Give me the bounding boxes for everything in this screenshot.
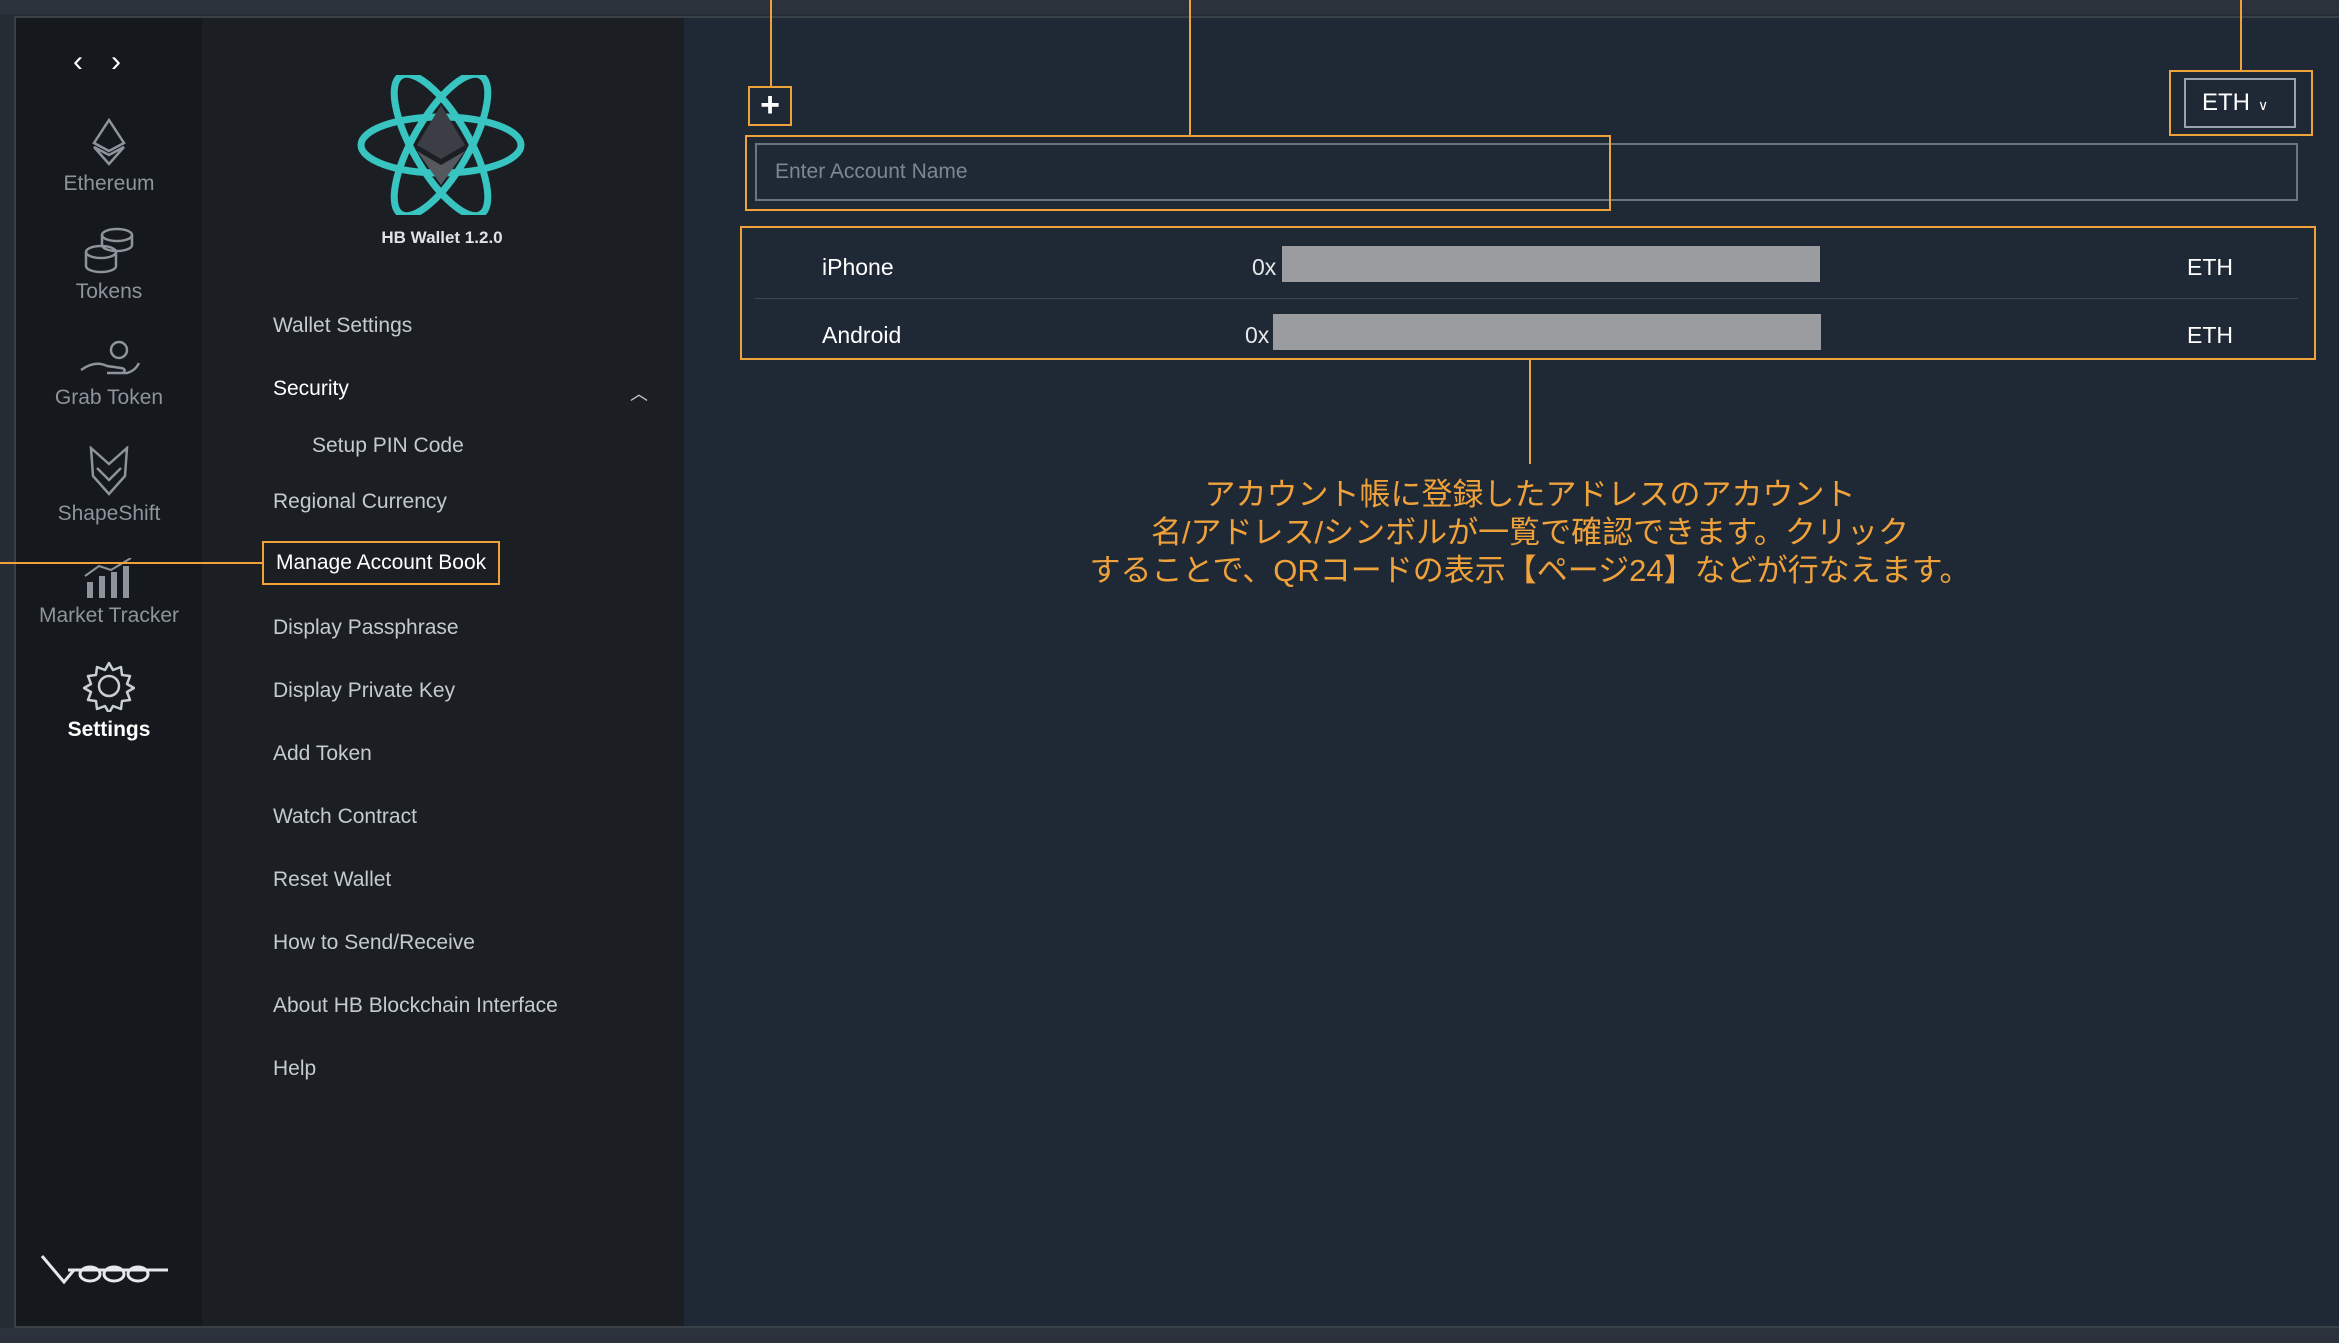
rail-label: Ethereum	[63, 172, 155, 195]
annotation-line: アカウント帳に登録したアドレスのアカウント	[1204, 477, 1856, 512]
fox-icon	[89, 446, 129, 496]
rail-label: Market Tracker	[38, 604, 180, 627]
menu-manage-account-book[interactable]: Manage Account Book	[262, 541, 501, 585]
bottom-background-strip	[0, 1328, 2339, 1343]
menu-display-private-key[interactable]: Display Private Key	[273, 679, 455, 703]
menu-help[interactable]: Help	[273, 1057, 316, 1081]
annotation-line: 名/アドレス/シンボルが一覧で確認できます。クリック	[1150, 515, 1910, 550]
rail-label: ShapeShift	[57, 502, 161, 525]
chart-icon	[84, 558, 132, 598]
back-arrow-icon[interactable]: ‹	[60, 42, 96, 82]
account-name: iPhone	[822, 254, 894, 280]
hb-wallet-logo-icon	[357, 75, 525, 215]
menu-setup-pin[interactable]: Setup PIN Code	[312, 434, 464, 458]
hb-brand-logo	[40, 1255, 168, 1285]
annotation-line: することで、QRコードの表示【ページ24】などが行なえます。	[1089, 553, 1971, 588]
app-version-label: HB Wallet 1.2.0	[381, 228, 503, 247]
redacted-address	[1273, 314, 1821, 350]
main-content	[684, 18, 2339, 1326]
annotation-text: アカウント帳に登録したアドレスのアカウント 名/アドレス/シンボルが一覧で確認で…	[990, 476, 2070, 590]
account-row[interactable]: Android 0x ETH	[755, 302, 2298, 368]
account-address-prefix: 0x	[1252, 254, 1277, 280]
rail-item-settings[interactable]: Settings	[16, 660, 202, 742]
callout-frame-input	[745, 135, 1611, 211]
account-symbol: ETH	[2187, 322, 2233, 348]
leader-line-add	[770, 0, 772, 86]
hand-icon	[80, 340, 141, 375]
rail-item-tokens[interactable]: Tokens	[16, 226, 202, 304]
leader-line-input	[1189, 0, 1191, 135]
account-symbol: ETH	[2187, 254, 2233, 280]
account-address-prefix: 0x	[1245, 322, 1270, 348]
rail-item-grab-token[interactable]: Grab Token	[16, 340, 202, 410]
menu-how-to-send-receive[interactable]: How to Send/Receive	[273, 931, 475, 955]
menu-display-passphrase[interactable]: Display Passphrase	[273, 616, 459, 640]
coins-icon	[84, 227, 134, 274]
add-account-button[interactable]: +	[748, 86, 792, 126]
rail-label: Grab Token	[54, 386, 164, 409]
callout-frame-currency	[2169, 70, 2313, 136]
history-nav: ‹ ›	[60, 42, 140, 82]
leader-line-currency	[2240, 0, 2242, 70]
menu-regional-currency[interactable]: Regional Currency	[273, 490, 447, 514]
menu-about[interactable]: About HB Blockchain Interface	[273, 994, 558, 1018]
top-background-strip	[0, 0, 2339, 14]
rail-item-shapeshift[interactable]: ShapeShift	[16, 446, 202, 526]
row-divider	[755, 298, 2298, 299]
forward-arrow-icon[interactable]: ›	[98, 42, 134, 82]
rail-label: Tokens	[75, 280, 143, 303]
menu-add-token[interactable]: Add Token	[273, 742, 372, 766]
account-row[interactable]: iPhone 0x ETH	[755, 234, 2298, 300]
ethereum-icon	[92, 118, 126, 166]
rail-item-ethereum[interactable]: Ethereum	[16, 118, 202, 196]
account-name: Android	[822, 322, 902, 348]
menu-security[interactable]: Security	[273, 377, 349, 401]
redacted-address	[1282, 246, 1820, 282]
rail-label: Settings	[67, 718, 151, 741]
rail-item-market-tracker[interactable]: Market Tracker	[16, 558, 202, 628]
chevron-up-icon[interactable]: ︿	[630, 380, 648, 406]
leader-line-menu	[0, 562, 262, 564]
menu-wallet-settings[interactable]: Wallet Settings	[273, 314, 412, 338]
leader-line-list	[1529, 360, 1531, 464]
menu-watch-contract[interactable]: Watch Contract	[273, 805, 417, 829]
gear-icon	[83, 661, 135, 712]
menu-reset-wallet[interactable]: Reset Wallet	[273, 868, 391, 892]
